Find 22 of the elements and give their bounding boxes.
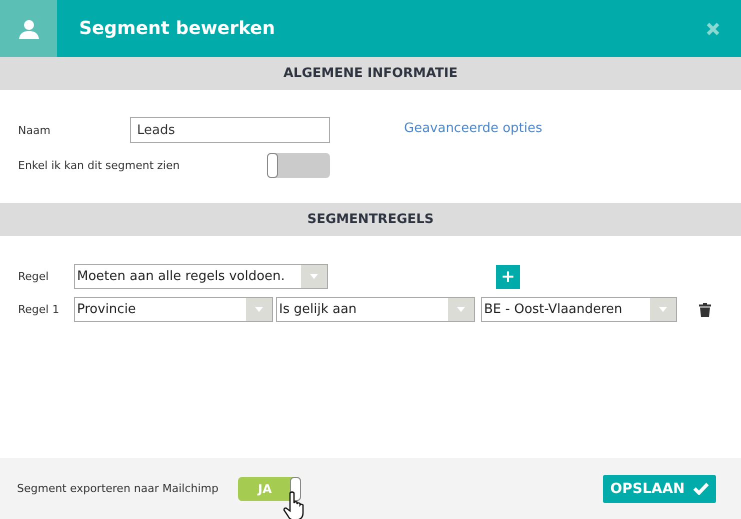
toggle-switch[interactable] [267,153,330,178]
caret-icon [255,307,263,312]
caret-icon [310,274,318,279]
check-icon [692,482,709,495]
advanced-options-link[interactable]: Geavanceerde opties [404,120,542,136]
rule-label: Regel 1 [18,303,60,316]
value-dropdown[interactable]: BE - Oost-Vlaanderen [481,297,677,322]
section-header: SEGMENTREGELS [0,203,741,236]
rule-label: Regel [18,270,50,283]
field-dropdown[interactable]: Provincie [74,297,273,322]
caret-icon [659,307,667,312]
user-icon [18,18,40,40]
export-label: Segment exporteren naar Mailchimp [17,482,220,495]
match-dropdown[interactable]: Moeten aan alle regels voldoen. [74,264,328,289]
name-input[interactable]: Leads [130,117,330,143]
section-header: ALGEMENE INFORMATIE [0,57,741,90]
field-label: Naam [18,124,52,136]
trash-icon[interactable] [699,302,711,316]
caret-icon [457,307,465,312]
field-label: Enkel ik kan dit segment zien [18,159,181,172]
operator-dropdown[interactable]: Is gelijk aan [276,297,475,322]
window-title: Segment bewerken [79,18,276,39]
